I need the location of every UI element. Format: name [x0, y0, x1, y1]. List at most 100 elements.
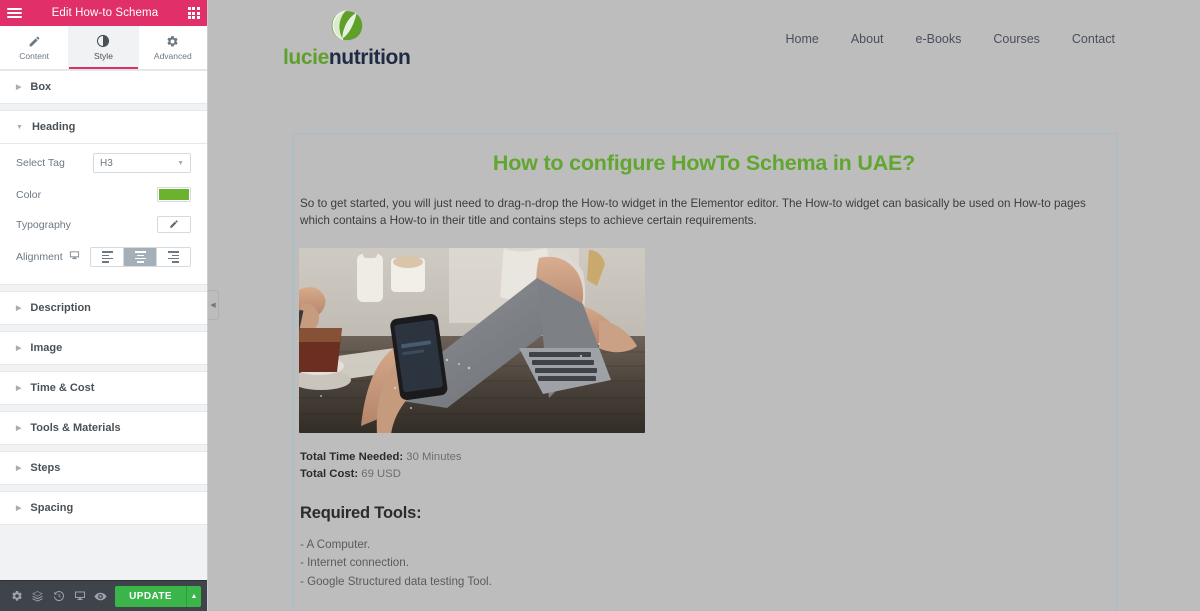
panel-title: Edit How-to Schema — [51, 7, 159, 19]
grid-apps-icon[interactable] — [187, 6, 200, 20]
tab-style[interactable]: Style — [69, 26, 139, 69]
logo-text-part2: nutrition — [328, 45, 411, 69]
required-tools-heading: Required Tools: — [300, 503, 422, 522]
chevron-right-icon: ▶ — [16, 504, 22, 512]
section-heading[interactable]: ▼ Heading — [0, 110, 207, 144]
color-swatch — [159, 189, 189, 200]
howto-description: So to get started, you will just need to… — [300, 197, 1086, 228]
select-tag-dropdown[interactable]: H3 ▼ — [93, 153, 191, 173]
section-heading-label: Heading — [31, 121, 76, 133]
tab-advanced[interactable]: Advanced — [139, 26, 207, 69]
contrast-icon — [96, 34, 110, 48]
panel-collapse-handle[interactable]: ◀ — [208, 290, 219, 320]
total-time-row: Total Time Needed: 30 Minutes — [300, 449, 1110, 467]
hamburger-menu-icon[interactable] — [7, 8, 22, 18]
align-left-icon — [101, 251, 113, 263]
color-picker-button[interactable] — [157, 187, 191, 202]
desktop-monitor-icon[interactable] — [69, 250, 80, 264]
section-image[interactable]: ▶ Image — [0, 331, 207, 365]
tab-content-label: Content — [19, 50, 50, 61]
align-left-button[interactable] — [91, 248, 124, 266]
total-time-value: 30 Minutes — [406, 450, 462, 463]
navigator-layers-icon[interactable] — [27, 581, 48, 611]
section-spacing-label: Spacing — [30, 502, 74, 514]
site-header: lucienutrition Home About e-Books Course… — [208, 0, 1200, 78]
chevron-right-icon: ▶ — [16, 83, 22, 91]
chevron-down-icon: ▼ — [177, 159, 184, 167]
elementor-editor-panel: Edit How-to Schema Content Style Advance… — [0, 0, 208, 611]
nav-item-contact[interactable]: Contact — [1072, 32, 1115, 46]
section-steps[interactable]: ▶ Steps — [0, 451, 207, 485]
list-item: - Google Structured data testing Tool. — [300, 575, 492, 589]
section-spacing[interactable]: ▶ Spacing — [0, 491, 207, 525]
update-options-caret-icon[interactable]: ▲ — [185, 585, 201, 607]
chevron-down-icon: ▼ — [16, 123, 23, 131]
section-time-cost[interactable]: ▶ Time & Cost — [0, 371, 207, 405]
control-typography: Typography — [16, 209, 191, 240]
howto-widget[interactable]: How to configure HowTo Schema in UAE? So… — [293, 133, 1117, 611]
tab-advanced-label: Advanced — [153, 50, 192, 61]
alignment-label-group: Alignment — [16, 250, 80, 264]
site-logo[interactable]: lucienutrition — [283, 9, 411, 70]
control-select-tag: Select Tag H3 ▼ — [16, 146, 191, 180]
pencil-icon — [28, 35, 41, 48]
select-tag-label: Select Tag — [16, 157, 65, 169]
panel-tabs: Content Style Advanced — [0, 26, 207, 70]
panel-sections: ▶ Box ▼ Heading Select Tag H3 ▼ Color Ty… — [0, 70, 207, 580]
section-box[interactable]: ▶ Box — [0, 70, 207, 104]
section-tools-materials[interactable]: ▶ Tools & Materials — [0, 411, 207, 445]
list-item: - A Computer. — [300, 537, 371, 551]
section-image-label: Image — [30, 342, 63, 354]
tab-content[interactable]: Content — [0, 26, 70, 69]
panel-header: Edit How-to Schema — [0, 0, 207, 26]
preview-eye-icon[interactable] — [90, 581, 111, 611]
responsive-mode-icon[interactable] — [69, 581, 90, 611]
color-label: Color — [16, 188, 42, 201]
site-preview-frame: lucienutrition Home About e-Books Course… — [208, 0, 1200, 611]
total-cost-label: Total Cost: — [300, 468, 359, 481]
total-cost-value: 69 USD — [361, 468, 401, 481]
howto-title: How to configure HowTo Schema in UAE? — [492, 151, 916, 175]
total-cost-row: Total Cost: 69 USD — [300, 466, 1110, 484]
chevron-right-icon: ▶ — [16, 424, 22, 432]
pencil-edit-icon — [169, 216, 179, 234]
history-revisions-icon[interactable] — [48, 581, 69, 611]
nav-item-home[interactable]: Home — [785, 32, 818, 46]
tab-style-label: Style — [94, 51, 113, 61]
panel-footer-toolbar: UPDATE ▲ — [0, 580, 207, 611]
chevron-left-icon: ◀ — [210, 302, 216, 309]
chevron-right-icon: ▶ — [16, 464, 22, 472]
howto-meta: Total Time Needed: 30 Minutes Total Cost… — [300, 449, 1110, 484]
required-tools-list: - A Computer. - Internet connection. - G… — [300, 536, 1110, 592]
section-steps-label: Steps — [30, 462, 61, 474]
typography-label: Typography — [16, 218, 71, 231]
section-time-cost-label: Time & Cost — [30, 382, 95, 394]
section-description-label: Description — [30, 302, 91, 314]
select-tag-value: H3 — [100, 157, 113, 169]
alignment-label: Alignment — [16, 251, 63, 263]
leaf-logo-icon — [331, 9, 362, 40]
align-right-icon — [168, 251, 179, 263]
settings-gear-icon[interactable] — [6, 581, 27, 611]
nav-item-courses[interactable]: Courses — [993, 32, 1040, 46]
howto-image — [299, 247, 645, 433]
logo-text-part1: lucie — [283, 45, 329, 69]
gear-icon — [166, 35, 179, 48]
heading-controls: Select Tag H3 ▼ Color Typography Alignme… — [0, 144, 207, 285]
align-center-icon — [134, 251, 146, 263]
section-box-label: Box — [30, 81, 52, 93]
nav-item-ebooks[interactable]: e-Books — [916, 32, 962, 46]
nav-item-about[interactable]: About — [851, 32, 884, 46]
chevron-right-icon: ▶ — [16, 384, 22, 392]
align-right-button[interactable] — [157, 248, 190, 266]
list-item: - Internet connection. — [300, 556, 409, 570]
align-center-button[interactable] — [124, 248, 157, 266]
alignment-button-group — [90, 247, 191, 267]
total-time-label: Total Time Needed: — [300, 450, 404, 463]
section-description[interactable]: ▶ Description — [0, 291, 207, 325]
control-color: Color — [16, 180, 191, 209]
typography-edit-button[interactable] — [157, 216, 191, 233]
update-button[interactable]: UPDATE — [115, 585, 186, 607]
control-alignment: Alignment — [16, 240, 191, 274]
logo-wordmark: lucienutrition — [283, 45, 411, 70]
